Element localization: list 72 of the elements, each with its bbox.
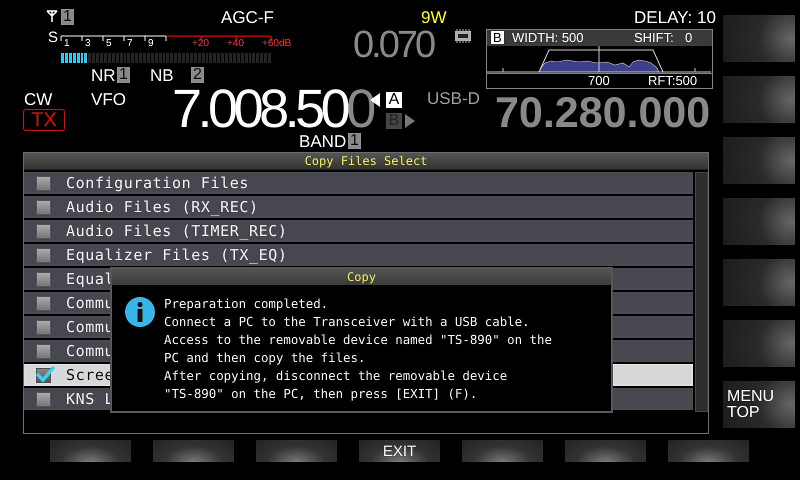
power-reading: 0.070 xyxy=(353,26,434,64)
sub-mode-label: USB-D xyxy=(427,90,480,107)
s-meter-label: S xyxy=(48,29,58,46)
function-key[interactable] xyxy=(723,320,795,367)
dialog-message-line: Preparation completed. xyxy=(164,295,330,313)
exit-key[interactable]: EXIT xyxy=(359,440,440,462)
s-meter-tick-label: 3 xyxy=(85,38,91,49)
function-key[interactable] xyxy=(565,440,646,462)
s-meter-tick-label: 9 xyxy=(148,38,154,49)
nr-label: NR xyxy=(91,67,116,84)
function-key[interactable] xyxy=(462,440,543,462)
checkbox[interactable] xyxy=(36,272,51,286)
file-type-row[interactable]: Configuration Files xyxy=(24,172,694,194)
checkbox[interactable] xyxy=(36,320,51,334)
dialog-message-line: After copying, disconnect the removable device xyxy=(164,367,508,385)
mode-label: CW xyxy=(24,91,52,108)
sub-frequency: 70.280.000 xyxy=(495,92,710,135)
antenna-icon xyxy=(46,10,58,22)
s-meter-tick-label: 7 xyxy=(127,38,133,49)
checkbox[interactable] xyxy=(36,200,51,214)
nr-value: 1 xyxy=(117,67,130,83)
s-meter-tick-label: 5 xyxy=(106,38,112,49)
info-icon xyxy=(124,296,156,328)
dialog-title: Copy xyxy=(112,269,611,285)
function-key[interactable] xyxy=(256,440,337,462)
filter-width: WIDTH: 500 xyxy=(512,30,584,46)
dialog-message-line: Connect a PC to the Transceiver with a USB cable. xyxy=(164,313,531,331)
power-label: 9W xyxy=(421,9,446,26)
filter-shift-label: SHIFT: xyxy=(634,30,674,46)
s-meter-tick-label: +40 xyxy=(227,38,244,49)
checkbox[interactable] xyxy=(36,224,51,238)
nb-label: NB xyxy=(150,67,174,84)
scrollbar[interactable] xyxy=(695,172,708,412)
checkbox[interactable] xyxy=(36,248,51,262)
dialog-message-line: "TS-890" on the PC, then press [EXIT] (F). xyxy=(164,385,478,403)
delay-label: DELAY: 10 xyxy=(634,9,716,26)
right-triangle-icon xyxy=(405,114,415,128)
dialog-message-line: Access to the removable device named "TS-890" on the xyxy=(164,331,552,349)
antenna-number: 1 xyxy=(61,9,74,25)
nb-value: 2 xyxy=(191,67,204,83)
vfo-label: VFO xyxy=(91,91,126,108)
function-key[interactable] xyxy=(723,259,795,306)
menu-top-key[interactable]: MENU TOP xyxy=(723,381,795,428)
filter-center-frequency: 700 xyxy=(588,74,610,88)
agc-label: AGC-F xyxy=(221,9,274,26)
function-key[interactable] xyxy=(723,137,795,184)
filter-label: B xyxy=(491,31,504,44)
vfo-selector[interactable]: A xyxy=(386,92,402,108)
tx-indicator: TX xyxy=(23,109,65,131)
function-key[interactable] xyxy=(723,15,795,62)
filter-rft-value: RFT:500 xyxy=(648,74,698,88)
band-label: BAND xyxy=(299,133,346,150)
filter-shift-value: 0 xyxy=(685,30,692,46)
function-key[interactable] xyxy=(153,440,234,462)
s-meter-tick-label: +60dB xyxy=(262,38,292,49)
file-type-row[interactable]: Audio Files (RX_REC) xyxy=(24,196,694,218)
dialog-message-line: PC and then copy the files. xyxy=(164,349,366,367)
file-type-row[interactable]: Audio Files (TIMER_REC) xyxy=(24,220,694,242)
function-key[interactable] xyxy=(668,440,749,462)
file-type-row[interactable]: Equalizer Files (TX_EQ) xyxy=(24,244,694,266)
band-value: 1 xyxy=(348,133,361,149)
checkbox[interactable] xyxy=(36,392,51,406)
panel-title: Copy Files Select xyxy=(24,153,708,170)
function-key[interactable] xyxy=(50,440,131,462)
checkbox[interactable] xyxy=(36,344,51,358)
s-meter-tick-label: +20 xyxy=(192,38,209,49)
checkbox[interactable] xyxy=(36,176,51,190)
chip-icon xyxy=(454,29,472,43)
s-meter-tick-label: 1 xyxy=(64,38,70,49)
function-key[interactable] xyxy=(723,76,795,123)
checkbox[interactable] xyxy=(36,296,51,310)
function-key[interactable] xyxy=(723,198,795,245)
